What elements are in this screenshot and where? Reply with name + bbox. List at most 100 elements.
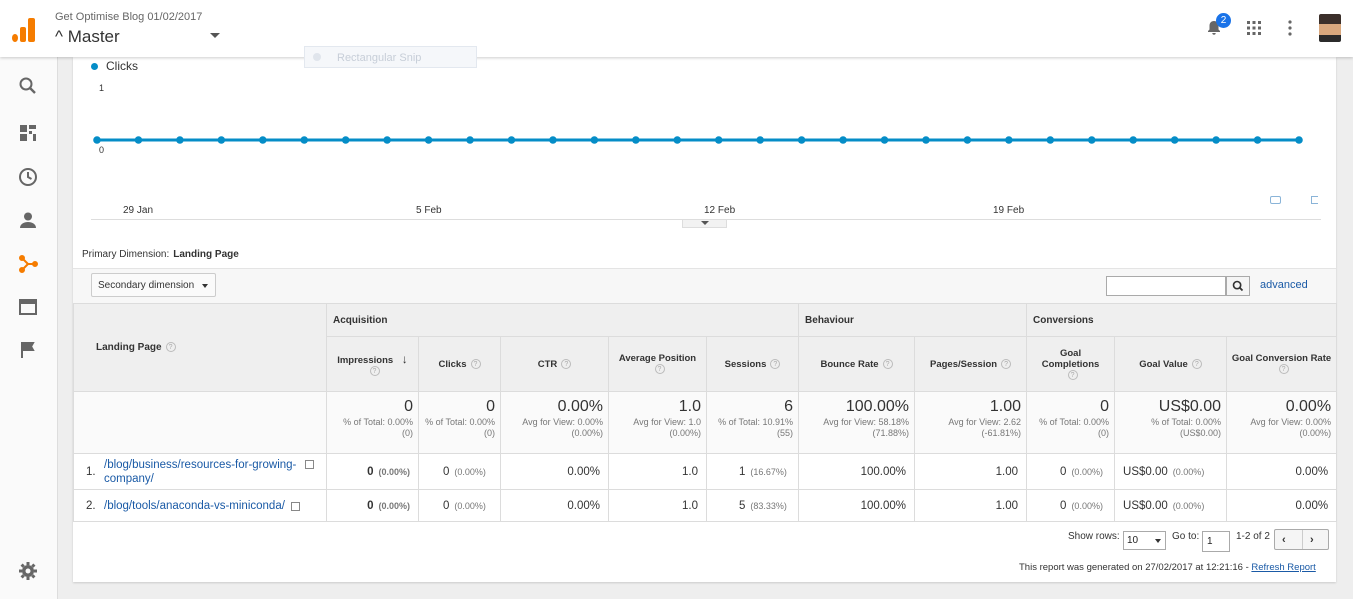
group-header-behaviour: Behaviour — [798, 303, 1028, 337]
report-table: Landing Page? Acquisition Behaviour Conv… — [73, 303, 1338, 522]
data-point — [549, 136, 557, 144]
sort-down-icon: ↓ — [401, 351, 408, 366]
more-options-icon[interactable] — [1287, 20, 1293, 36]
x-tick-label: 12 Feb — [704, 205, 736, 216]
user-avatar[interactable] — [1319, 14, 1341, 42]
data-point — [258, 136, 267, 144]
x-tick-label: 5 Feb — [416, 205, 442, 216]
data-point — [880, 136, 889, 144]
side-navigation — [0, 57, 58, 599]
data-point — [300, 136, 309, 144]
data-point — [176, 136, 184, 144]
col-header-landing-page[interactable]: Landing Page? — [73, 303, 327, 392]
table-row: 1./blog/business/resources-for-growing-c… — [73, 453, 1338, 490]
data-point — [424, 136, 433, 144]
person-icon[interactable] — [17, 209, 39, 231]
help-icon: ? — [654, 364, 665, 375]
col-header-avg-position[interactable]: Average Position? — [608, 336, 707, 392]
table-search-input[interactable] — [1106, 276, 1226, 296]
landing-page-link[interactable]: /blog/business/resources-for-growing-com… — [104, 458, 299, 486]
data-point — [134, 136, 143, 144]
x-tick-label: 19 Feb — [993, 205, 1025, 216]
data-point — [590, 136, 599, 144]
open-external-icon[interactable] — [290, 501, 300, 511]
group-header-conversions: Conversions — [1026, 303, 1338, 337]
col-header-goal-conv-rate[interactable]: Goal Conversion Rate? — [1226, 336, 1338, 392]
report-card: Clicks 10 29 Jan 5 Feb 12 Feb 19 Feb Pri… — [73, 57, 1338, 582]
data-point — [217, 136, 226, 144]
view-selector[interactable]: ^ Master — [55, 27, 120, 47]
col-header-sessions[interactable]: Sessions? — [705, 336, 800, 392]
rectangular-snip-overlay: Rectangular Snip — [304, 46, 477, 68]
help-icon: ? — [369, 365, 380, 376]
dashboard-icon[interactable] — [17, 122, 39, 144]
primary-dimension-value[interactable]: Landing Page — [173, 249, 239, 260]
refresh-report-link[interactable]: Refresh Report — [1251, 562, 1315, 573]
annotation-icon[interactable] — [1270, 196, 1281, 204]
col-header-goal-value[interactable]: Goal Value? — [1114, 336, 1228, 392]
data-point — [714, 136, 723, 144]
chart-collapse-handle[interactable] — [682, 220, 727, 228]
data-point — [1087, 136, 1096, 144]
col-header-pages-session[interactable]: Pages/Session? — [914, 336, 1028, 392]
total-pages-session: 1.00 Avg for View: 2.62 (-61.81%) — [914, 391, 1028, 454]
data-point — [341, 136, 350, 144]
data-point — [1129, 136, 1138, 144]
data-point — [963, 136, 972, 144]
analytics-logo-icon[interactable] — [12, 18, 36, 42]
search-icon[interactable] — [17, 75, 39, 97]
annotation-icon[interactable] — [1311, 196, 1318, 204]
col-header-bounce-rate[interactable]: Bounce Rate? — [798, 336, 916, 392]
col-header-goal-completions[interactable]: Goal Completions? — [1026, 336, 1116, 392]
help-icon: ? — [1001, 358, 1012, 369]
flag-icon[interactable] — [17, 339, 39, 361]
landing-page-link[interactable]: /blog/tools/anaconda-vs-miniconda/ — [104, 500, 285, 512]
data-point — [507, 136, 516, 144]
total-goal-value: US$0.00% of Total: 0.00% (US$0.00) — [1114, 391, 1228, 454]
data-point — [383, 136, 391, 144]
help-icon: ? — [1067, 369, 1078, 380]
search-button[interactable] — [1226, 276, 1250, 296]
total-impressions: 0% of Total: 0.00% (0) — [326, 391, 419, 454]
behaviour-icon[interactable] — [17, 296, 39, 318]
total-sessions: 6% of Total: 10.91% (55) — [705, 391, 800, 454]
data-point — [1005, 136, 1013, 144]
table-row: 2./blog/tools/anaconda-vs-miniconda/ 0 (0… — [73, 489, 1338, 522]
pager-buttons: ‹ › — [1274, 529, 1329, 550]
data-point — [1212, 136, 1220, 144]
chevron-down-icon[interactable] — [210, 33, 220, 38]
advanced-filter-link[interactable]: advanced — [1260, 279, 1308, 291]
chart-legend: Clicks — [91, 59, 138, 73]
apps-grid-icon[interactable] — [1246, 20, 1262, 36]
next-page-icon[interactable]: › — [1310, 534, 1314, 546]
col-header-ctr[interactable]: CTR? — [500, 336, 609, 392]
secondary-dimension-dropdown[interactable]: Secondary dimension — [91, 273, 216, 297]
goto-label: Go to: — [1172, 531, 1200, 542]
data-point — [922, 136, 930, 144]
goto-input[interactable]: 1 — [1202, 531, 1230, 552]
prev-page-icon[interactable]: ‹ — [1282, 534, 1286, 546]
search-icon — [1232, 280, 1242, 290]
top-bar: Get Optimise Blog 01/02/2017 ^ Master 2 — [0, 0, 1353, 57]
clock-icon[interactable] — [17, 166, 39, 188]
acquisition-icon[interactable] — [17, 253, 39, 275]
data-point — [839, 136, 847, 144]
show-rows-select[interactable]: 10 — [1123, 531, 1166, 550]
open-external-icon[interactable] — [305, 459, 314, 469]
primary-dimension: Primary Dimension: Landing Page — [82, 249, 239, 260]
data-point — [632, 136, 640, 144]
data-point — [466, 136, 474, 144]
col-header-impressions[interactable]: Impressions ↓? — [326, 336, 419, 392]
settings-icon[interactable] — [17, 560, 39, 582]
notification-badge[interactable]: 2 — [1216, 13, 1231, 28]
help-icon: ? — [1278, 364, 1289, 375]
pager-range: 1-2 of 2 — [1236, 531, 1270, 542]
data-point — [756, 136, 764, 144]
y-tick-label: 0 — [99, 145, 104, 155]
totals-row: 0% of Total: 0.00% (0) 0% of Total: 0.00… — [73, 391, 1338, 454]
col-header-clicks[interactable]: Clicks? — [418, 336, 501, 392]
data-point — [93, 136, 101, 144]
landing-page-cell: 1./blog/business/resources-for-growing-c… — [73, 453, 327, 490]
total-avg-position: 1.0 Avg for View: 1.0 (0.00%) — [608, 391, 707, 454]
account-name[interactable]: Get Optimise Blog 01/02/2017 — [55, 11, 202, 23]
